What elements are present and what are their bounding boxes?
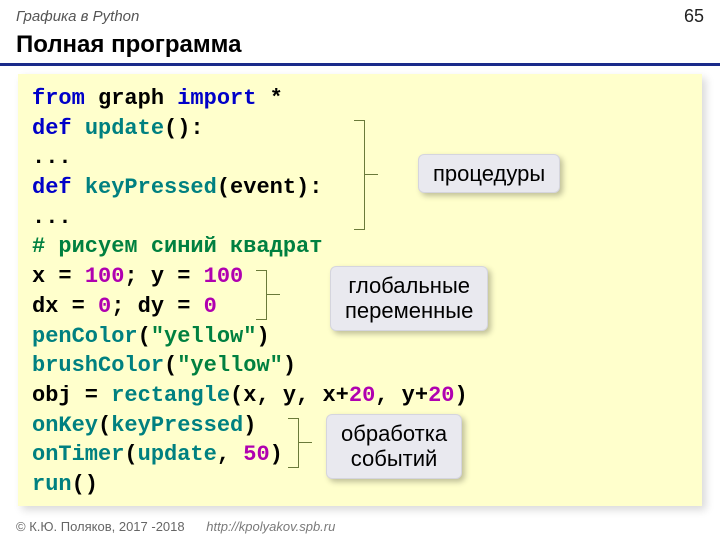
code-block: from graph import * def update(): ... de…	[18, 74, 702, 506]
bracket-tick-2	[266, 294, 280, 295]
callout-procedures: процедуры	[418, 154, 560, 193]
code-line-11: obj = rectangle(x, y, x+20, y+20)	[32, 381, 688, 411]
bracket-procedures	[354, 120, 365, 230]
bracket-globals	[256, 270, 267, 320]
topic-label: Графика в Python	[16, 8, 139, 25]
footer: © К.Ю. Поляков, 2017 -2018 http://kpolya…	[16, 519, 335, 534]
callout-events: обработка событий	[326, 414, 462, 479]
copyright: © К.Ю. Поляков, 2017 -2018	[16, 519, 185, 534]
code-line-1: from graph import *	[32, 84, 688, 114]
code-line-6: # рисуем синий квадрат	[32, 232, 688, 262]
bracket-events	[288, 418, 299, 468]
bracket-tick-1	[364, 174, 378, 175]
code-line-10: brushColor("yellow")	[32, 351, 688, 381]
page-number: 65	[684, 6, 704, 27]
bracket-tick-3	[298, 442, 312, 443]
footer-url: http://kpolyakov.spb.ru	[206, 519, 335, 534]
slide-title: Полная программа	[0, 29, 720, 66]
slide-header: Графика в Python 65	[0, 0, 720, 29]
callout-globals: глобальные переменные	[330, 266, 488, 331]
